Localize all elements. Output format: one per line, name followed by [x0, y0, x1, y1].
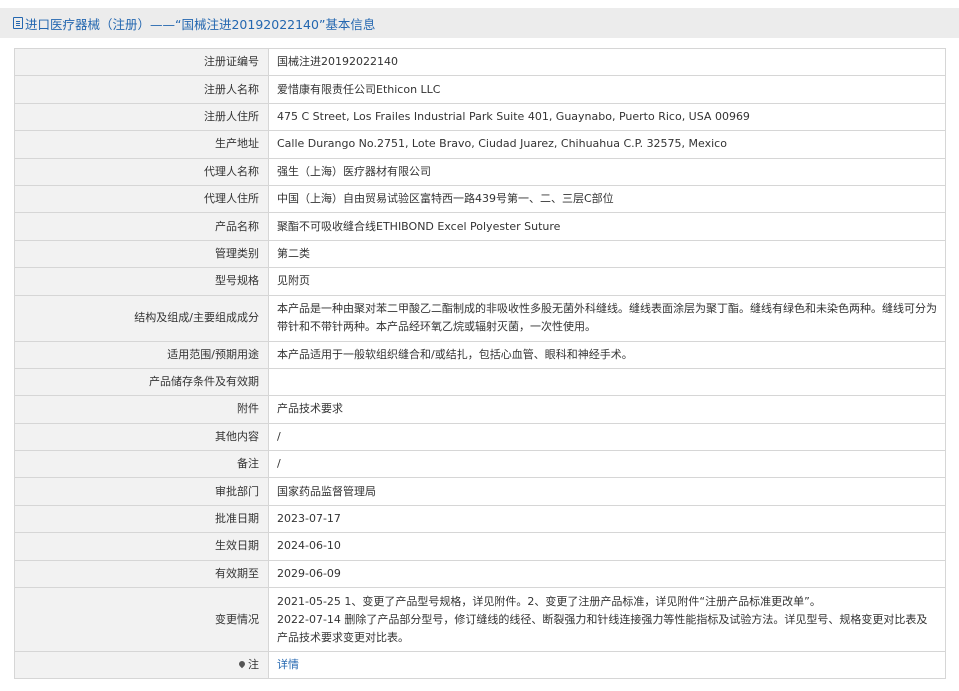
- row-value: 爱惜康有限责任公司Ethicon LLC: [268, 75, 946, 104]
- table-row: 附件 产品技术要求: [14, 395, 946, 424]
- row-label: 注册人住所: [14, 102, 269, 132]
- row-value: /: [268, 422, 946, 452]
- row-label: 其他内容: [14, 422, 269, 452]
- row-label: 注册人名称: [14, 75, 269, 104]
- table-row: 备注 /: [14, 450, 946, 479]
- row-label: 审批部门: [14, 477, 269, 506]
- row-value: 2029-06-09: [268, 559, 946, 589]
- table-row: 适用范围/预期用途 本产品适用于一般软组织缝合和/或结扎，包括心血管、眼科和神经…: [14, 340, 946, 369]
- row-value: 聚酯不可吸收缝合线ETHIBOND Excel Polyester Suture: [268, 212, 946, 241]
- row-value: [268, 367, 946, 397]
- page-title-bar: 进口医疗器械（注册）——“国械注进20192022140”基本信息: [0, 8, 959, 38]
- row-label: 代理人住所: [14, 184, 269, 214]
- row-value: 详情: [268, 651, 946, 680]
- row-value: 国家药品监督管理局: [268, 477, 946, 506]
- table-row: 型号规格 见附页: [14, 267, 946, 296]
- table-row: 生产地址 Calle Durango No.2751, Lote Bravo, …: [14, 130, 946, 159]
- row-label: 变更情况: [14, 587, 269, 653]
- table-row: 有效期至 2029-06-09: [14, 559, 946, 589]
- row-label: 注册证编号: [14, 47, 269, 77]
- row-label: 产品储存条件及有效期: [14, 367, 269, 397]
- row-label: 适用范围/预期用途: [14, 340, 269, 369]
- row-label: 备注: [14, 450, 269, 479]
- table-row: 代理人住所 中国（上海）自由贸易试验区富特西一路439号第一、二、三层C部位: [14, 184, 946, 214]
- row-label: 注: [14, 651, 269, 680]
- table-row: 管理类别 第二类: [14, 239, 946, 269]
- note-label: 注: [248, 658, 259, 672]
- table-row: 其他内容 /: [14, 422, 946, 452]
- row-value: 2024-06-10: [268, 532, 946, 561]
- row-value: 2021-05-25 1、变更了产品型号规格，详见附件。2、变更了注册产品标准，…: [268, 587, 946, 653]
- document-icon: [13, 17, 23, 29]
- row-label: 结构及组成/主要组成成分: [14, 294, 269, 342]
- row-label: 型号规格: [14, 267, 269, 296]
- row-value: 国械注进20192022140: [268, 47, 946, 77]
- table-row: 结构及组成/主要组成成分 本产品是一种由聚对苯二甲酸乙二酯制成的非吸收性多股无菌…: [14, 294, 946, 342]
- row-value: 本产品是一种由聚对苯二甲酸乙二酯制成的非吸收性多股无菌外科缝线。缝线表面涂层为聚…: [268, 294, 946, 342]
- table-row: 产品储存条件及有效期: [14, 367, 946, 397]
- row-value: 中国（上海）自由贸易试验区富特西一路439号第一、二、三层C部位: [268, 184, 946, 214]
- row-value: /: [268, 450, 946, 479]
- row-value: 本产品适用于一般软组织缝合和/或结扎，包括心血管、眼科和神经手术。: [268, 340, 946, 369]
- row-value: Calle Durango No.2751, Lote Bravo, Ciuda…: [268, 130, 946, 159]
- row-value: 产品技术要求: [268, 395, 946, 424]
- change-record-line: 2021-05-25 1、变更了产品型号规格，详见附件。2、变更了注册产品标准，…: [277, 594, 821, 608]
- table-row: 产品名称 聚酯不可吸收缝合线ETHIBOND Excel Polyester S…: [14, 212, 946, 241]
- row-label: 附件: [14, 395, 269, 424]
- table-row: 注册人名称 爱惜康有限责任公司Ethicon LLC: [14, 75, 946, 104]
- table-row: 注册证编号 国械注进20192022140: [14, 47, 946, 77]
- row-value: 2023-07-17: [268, 504, 946, 534]
- location-pin-icon: [237, 659, 247, 669]
- table-row: 注册人住所 475 C Street, Los Frailes Industri…: [14, 102, 946, 132]
- row-value: 强生（上海）医疗器材有限公司: [268, 157, 946, 186]
- row-value: 见附页: [268, 267, 946, 296]
- table-row: 代理人名称 强生（上海）医疗器材有限公司: [14, 157, 946, 186]
- row-label: 生效日期: [14, 532, 269, 561]
- row-label: 有效期至: [14, 559, 269, 589]
- table-row: 批准日期 2023-07-17: [14, 504, 946, 534]
- row-label: 产品名称: [14, 212, 269, 241]
- change-record-line: 2022-07-14 删除了产品部分型号，修订缝线的线径、断裂强力和针线连接强力…: [277, 612, 928, 644]
- row-label: 代理人名称: [14, 157, 269, 186]
- table-row: 审批部门 国家药品监督管理局: [14, 477, 946, 506]
- table-row: 生效日期 2024-06-10: [14, 532, 946, 561]
- details-link[interactable]: 详情: [277, 658, 299, 671]
- row-value: 第二类: [268, 239, 946, 269]
- info-table: 注册证编号 国械注进20192022140 注册人名称 爱惜康有限责任公司Eth…: [14, 47, 946, 680]
- table-row: 注 详情: [14, 651, 946, 680]
- row-label: 生产地址: [14, 130, 269, 159]
- page-title: 进口医疗器械（注册）——“国械注进20192022140”基本信息: [25, 16, 376, 32]
- row-label: 批准日期: [14, 504, 269, 534]
- table-row: 变更情况 2021-05-25 1、变更了产品型号规格，详见附件。2、变更了注册…: [14, 587, 946, 653]
- row-label: 管理类别: [14, 239, 269, 269]
- row-value: 475 C Street, Los Frailes Industrial Par…: [268, 102, 946, 132]
